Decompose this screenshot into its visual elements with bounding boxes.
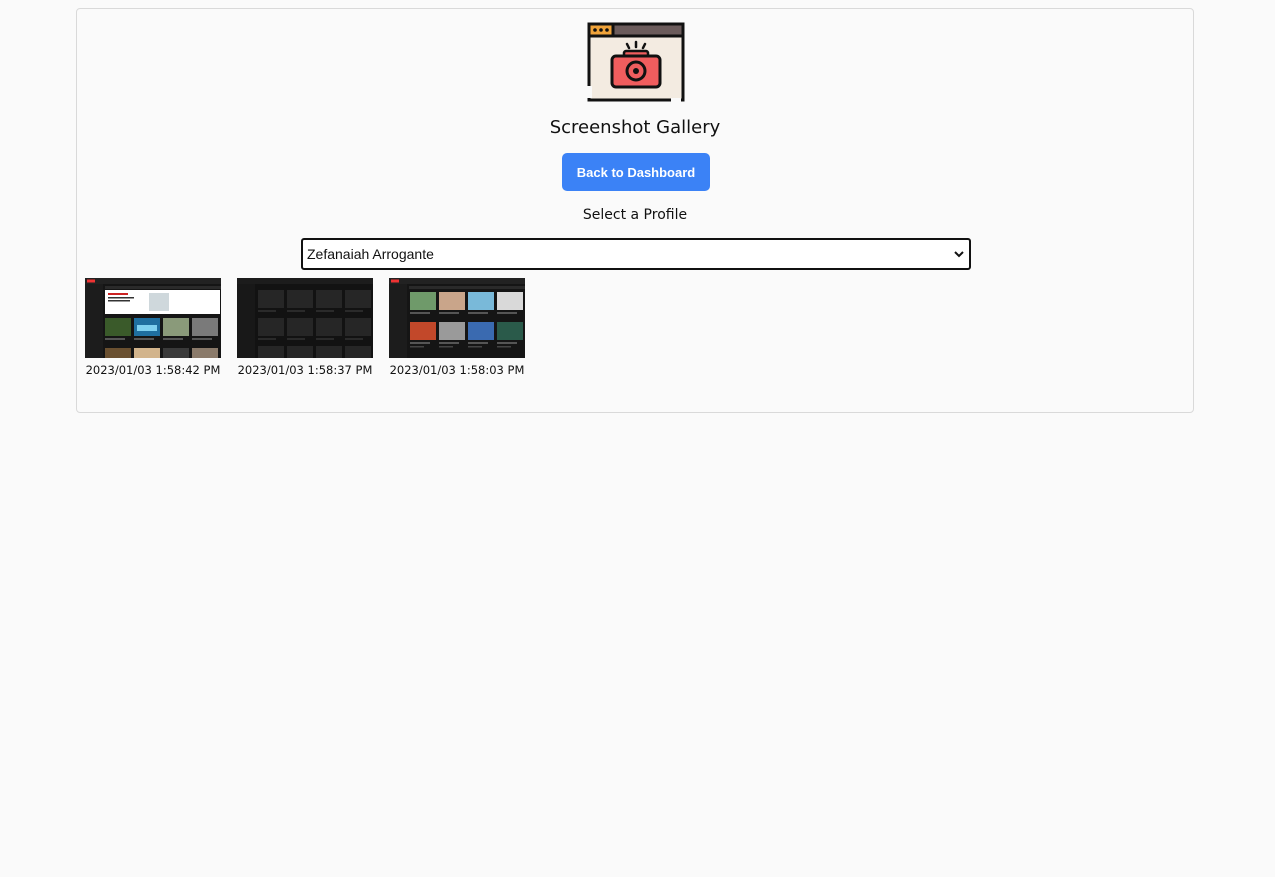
back-to-dashboard-button[interactable]: Back to Dashboard	[562, 153, 710, 191]
screenshot-timestamp: 2023/01/03 1:58:03 PM	[389, 363, 525, 377]
gallery-card: Screenshot Gallery Back to Dashboard Sel…	[76, 8, 1194, 413]
profile-select-label: Select a Profile	[582, 207, 688, 223]
screenshot-item[interactable]: 2023/01/03 1:58:37 PM	[237, 278, 373, 377]
screenshot-thumbnail[interactable]	[389, 278, 525, 358]
screenshot-item[interactable]: 2023/01/03 1:58:42 PM	[85, 278, 221, 377]
screenshot-timestamp: 2023/01/03 1:58:42 PM	[85, 363, 221, 377]
screenshot-thumbnail[interactable]	[237, 278, 373, 358]
screenshot-item[interactable]: 2023/01/03 1:58:03 PM	[389, 278, 525, 377]
page-title: Screenshot Gallery	[549, 117, 721, 138]
screenshot-thumbnail[interactable]	[85, 278, 221, 358]
profile-select[interactable]: Zefanaiah Arrogante	[301, 238, 971, 270]
screenshot-timestamp: 2023/01/03 1:58:37 PM	[237, 363, 373, 377]
screenshot-gallery: 2023/01/03 1:58:42 PM 2023/01/03 1:58:37…	[85, 278, 525, 377]
camera-browser-icon	[587, 22, 685, 102]
